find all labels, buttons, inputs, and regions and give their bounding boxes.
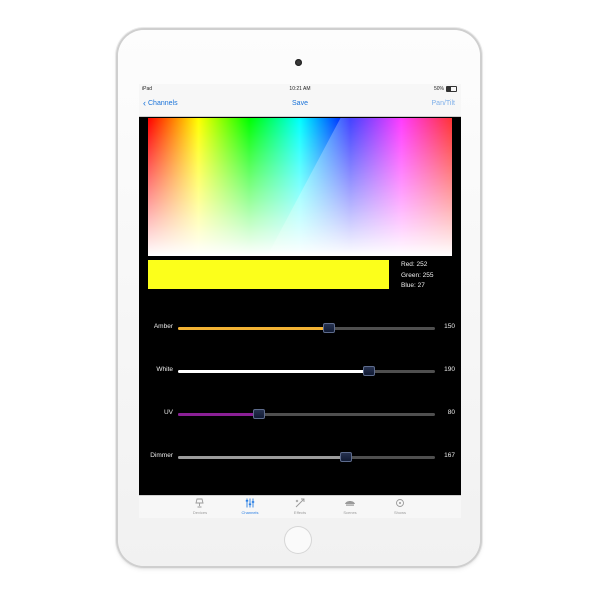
scenes-icon (345, 501, 355, 506)
white-slider[interactable] (178, 366, 435, 376)
tab-channels[interactable]: Channels (229, 496, 271, 518)
slider-row-dimmer: Dimmer 167 (139, 450, 461, 464)
home-button[interactable] (285, 527, 311, 553)
slider-value: 150 (444, 323, 455, 330)
slider-thumb[interactable] (252, 409, 265, 419)
status-bar: iPad 10:21 AM 50% (139, 84, 461, 94)
slider-label: White (156, 366, 173, 373)
camera-icon (295, 59, 302, 66)
battery-percent: 50% (433, 86, 444, 92)
status-time: 10:21 AM (289, 86, 311, 92)
save-button[interactable]: Save (292, 100, 308, 107)
navigation-bar: ‹ Channels Save Pan/Tilt (139, 94, 461, 117)
slider-thumb[interactable] (340, 452, 353, 462)
slider-row-amber: Amber 150 (139, 321, 461, 335)
rgb-readout: Red: 252 Green: 255 Blue: 27 (401, 260, 434, 292)
green-value: Green: 255 (401, 271, 434, 279)
amber-slider[interactable] (178, 323, 435, 333)
pan-tilt-button[interactable]: Pan/Tilt (432, 100, 455, 107)
battery-icon (446, 86, 457, 92)
tab-label: Devices (192, 510, 208, 515)
chevron-left-icon: ‹ (143, 98, 146, 108)
tab-scenes[interactable]: Scenes (329, 496, 371, 518)
sliders-icon (245, 498, 255, 508)
slider-value: 190 (444, 366, 455, 373)
tab-label: Shows (393, 510, 406, 515)
tab-shows[interactable]: Shows (379, 496, 421, 518)
effects-icon (295, 498, 305, 508)
shows-icon (396, 499, 404, 507)
uv-slider[interactable] (178, 409, 435, 419)
tab-label: Channels (241, 510, 259, 515)
tab-effects[interactable]: Effects (279, 496, 321, 518)
slider-fill (178, 456, 347, 459)
slider-fill (178, 327, 330, 330)
slider-fill (178, 413, 259, 416)
lamp-icon (195, 498, 204, 508)
slider-value: 80 (447, 409, 455, 416)
slider-label: UV (163, 409, 173, 416)
red-value: Red: 252 (401, 261, 428, 268)
app-screen: iPad 10:21 AM 50% ‹ Channels Save Pan/Ti… (139, 84, 461, 518)
tab-label: Effects (293, 510, 307, 515)
blue-value: Blue: 27 (401, 282, 425, 289)
color-swatch (148, 260, 389, 289)
slider-thumb[interactable] (323, 323, 336, 333)
slider-value: 167 (444, 452, 455, 459)
color-picker[interactable] (148, 118, 452, 256)
nav-title-container: Save (139, 100, 461, 107)
slider-row-uv: UV 80 (139, 407, 461, 421)
slider-fill (178, 370, 370, 373)
slider-label: Dimmer (150, 452, 173, 459)
tab-label: Scenes (343, 510, 357, 515)
slider-thumb[interactable] (363, 366, 376, 376)
tab-bar: Devices Channels Effects Scenes Shows (139, 495, 461, 518)
dimmer-slider[interactable] (178, 452, 435, 462)
slider-label: Amber (153, 323, 173, 330)
battery-indicator: 50% (434, 86, 457, 92)
back-button-label: Channels (148, 100, 178, 107)
tab-devices[interactable]: Devices (179, 496, 221, 518)
back-button[interactable]: ‹ Channels (143, 98, 178, 108)
slider-row-white: White 190 (139, 364, 461, 378)
